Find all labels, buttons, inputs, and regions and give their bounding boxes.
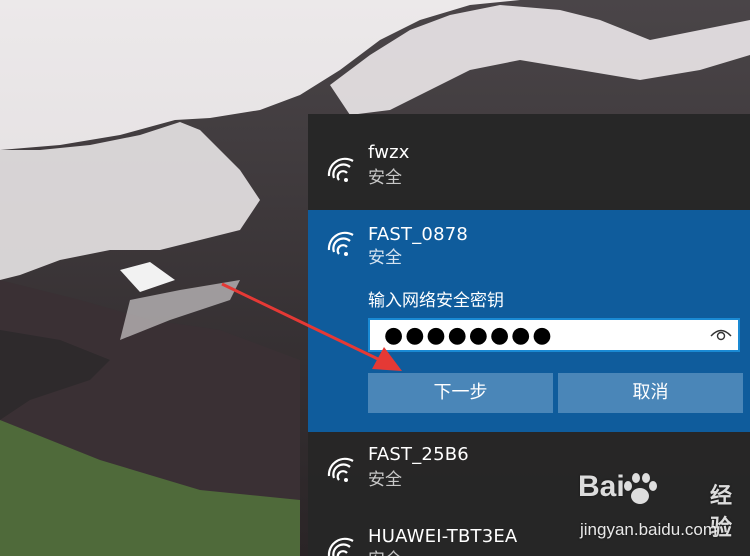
network-ssid: fwzx	[368, 142, 410, 163]
wifi-signal-icon	[327, 457, 354, 482]
baidu-jingyan-watermark: Bai 经验 jingyan.baidu.com	[572, 470, 750, 550]
eye-icon[interactable]	[710, 327, 732, 343]
wifi-signal-icon	[327, 537, 354, 556]
network-item-fwzx[interactable]: fwzx 安全	[308, 128, 750, 210]
watermark-url: jingyan.baidu.com	[580, 520, 718, 539]
next-button[interactable]: 下一步	[368, 373, 553, 413]
wifi-signal-icon	[327, 231, 354, 256]
security-key-label: 输入网络安全密钥	[368, 291, 504, 311]
network-ssid: FAST_0878	[368, 224, 469, 245]
paw-logo-icon	[624, 473, 657, 504]
network-item-fast-0878[interactable]: FAST_0878 安全 输入网络安全密钥 ●●●●●●●● 下一步 取消	[308, 210, 750, 432]
watermark-brand: Bai	[578, 470, 625, 503]
network-security: 安全	[368, 248, 402, 268]
network-security: 安全	[368, 168, 402, 188]
cancel-button[interactable]: 取消	[558, 373, 743, 413]
security-key-input[interactable]: ●●●●●●●●	[368, 318, 740, 352]
network-security: 安全	[368, 470, 402, 490]
password-value: ●●●●●●●●	[384, 323, 554, 348]
network-ssid: FAST_25B6	[368, 444, 469, 465]
network-ssid: HUAWEI-TBT3EA	[368, 526, 518, 547]
network-security: 安全	[368, 550, 402, 556]
wifi-signal-icon	[327, 157, 354, 182]
